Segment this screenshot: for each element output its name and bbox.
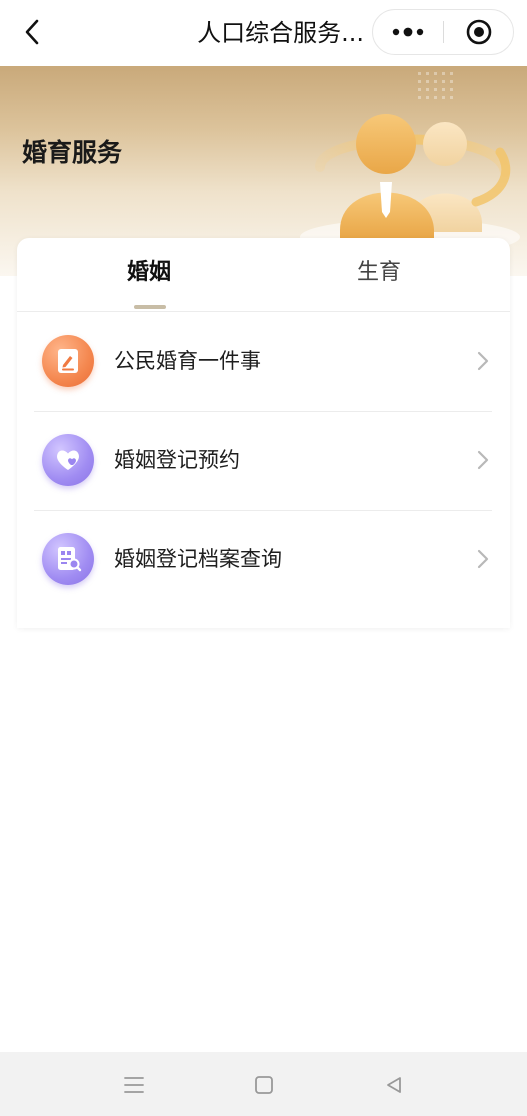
chevron-right-icon: [477, 549, 489, 569]
close-mini-program-button[interactable]: [444, 10, 514, 54]
active-tab-indicator: [134, 305, 166, 309]
back-button[interactable]: [14, 14, 50, 50]
chevron-right-icon: [477, 351, 489, 371]
mini-program-capsule: [372, 9, 514, 55]
home-icon: [255, 1076, 273, 1094]
services-card: 婚姻 生育 公民婚育一件事 婚姻登记预约 婚姻登记档案查询: [17, 238, 510, 628]
chevron-right-icon: [477, 450, 489, 470]
chevron-left-icon: [25, 19, 39, 45]
heart-icon: [42, 434, 94, 486]
target-close-icon: [466, 19, 492, 45]
archive-search-icon: [42, 533, 94, 585]
back-triangle-icon: [387, 1077, 401, 1093]
tab-marriage[interactable]: 婚姻: [97, 256, 201, 290]
menu-button[interactable]: [119, 1070, 149, 1100]
more-button[interactable]: [373, 10, 443, 54]
page: 人口综合服务... 婚育服务 婚姻 生育 公民婚育一件事 婚姻登记预约 婚姻登记…: [0, 0, 527, 1116]
list-item-marriage-archive-query[interactable]: 婚姻登记档案查询: [17, 511, 510, 610]
list-item-label: 公民婚育一件事: [114, 349, 261, 373]
list-item-marriage-birth-one-thing[interactable]: 公民婚育一件事: [17, 313, 510, 412]
page-title: 人口综合服务...: [197, 19, 364, 47]
system-nav-bar: [0, 1052, 527, 1116]
tab-birth[interactable]: 生育: [327, 256, 431, 290]
list-item-label: 婚姻登记档案查询: [114, 547, 282, 571]
list-item-label: 婚姻登记预约: [114, 448, 240, 472]
document-edit-icon: [42, 335, 94, 387]
list-item-marriage-registration-appointment[interactable]: 婚姻登记预约: [17, 412, 510, 511]
banner-title: 婚育服务: [22, 138, 123, 167]
menu-icon: [124, 1077, 144, 1093]
system-back-button[interactable]: [379, 1070, 409, 1100]
more-dots-icon: [392, 27, 424, 37]
top-nav-bar: 人口综合服务...: [0, 0, 527, 66]
tab-bar: 婚姻 生育: [17, 238, 510, 312]
home-button[interactable]: [249, 1070, 279, 1100]
